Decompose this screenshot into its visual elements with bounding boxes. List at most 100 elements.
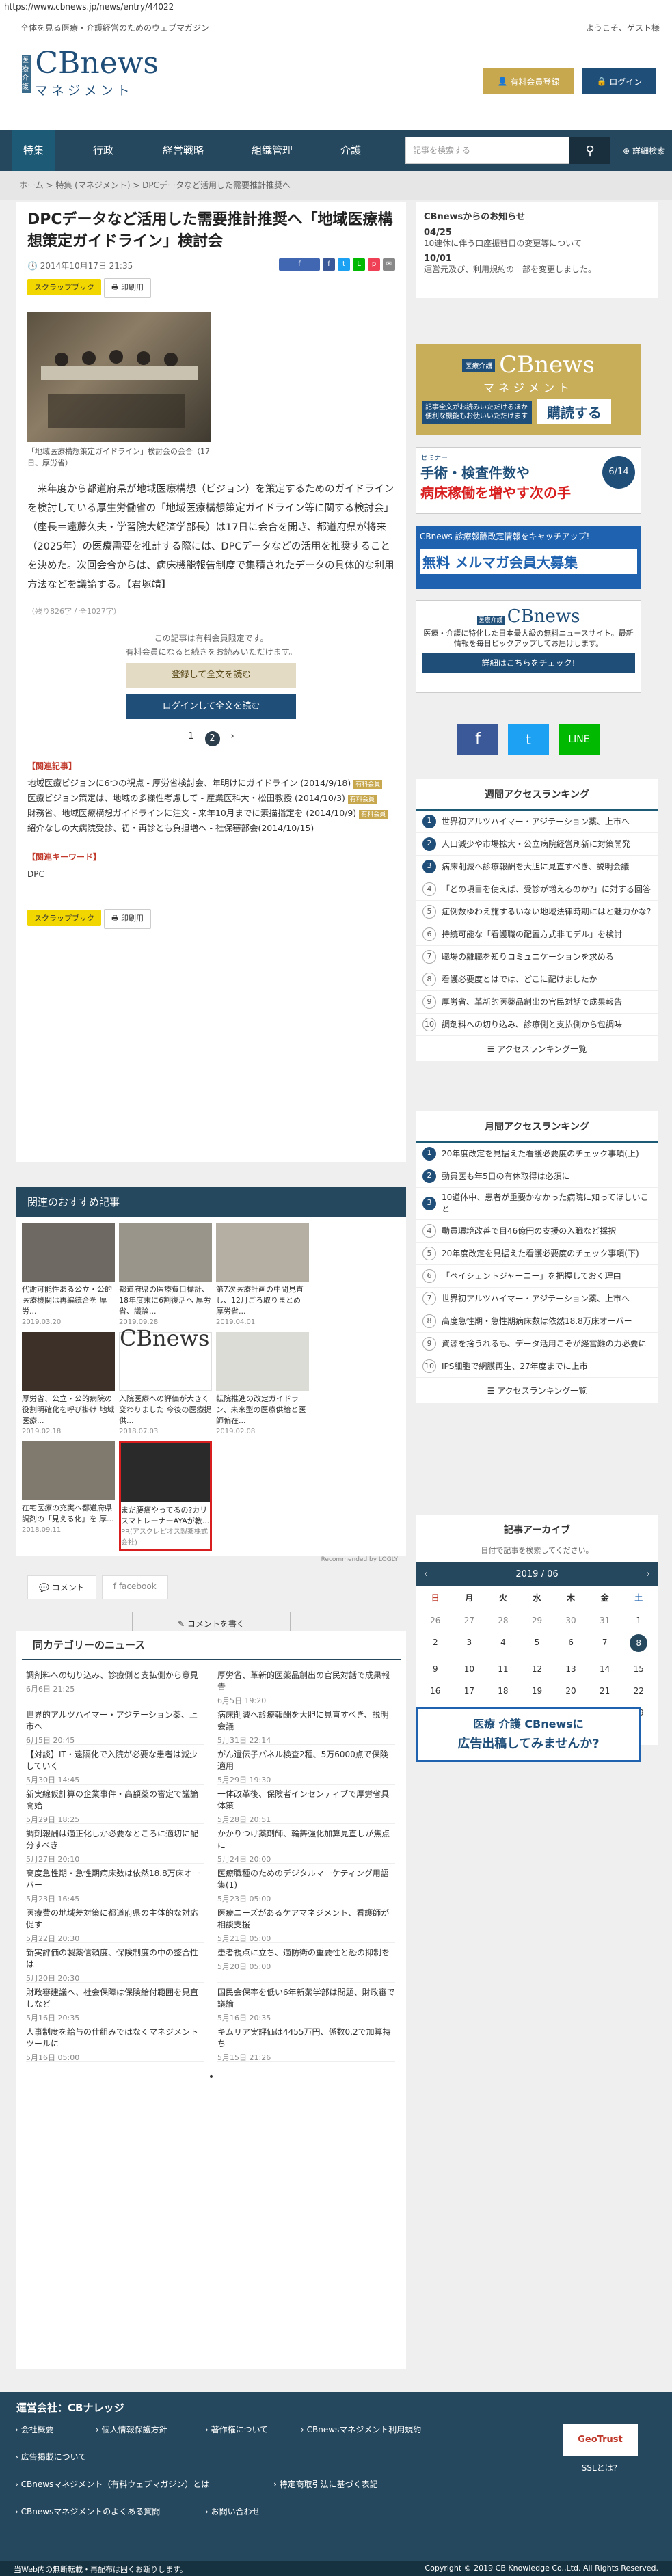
related-item[interactable]: 紹介なしの大病院受診、初・再診とも負担増へ - 社保審部会(2014/10/15… <box>16 821 406 836</box>
calendar-day[interactable]: 27 <box>453 1616 487 1625</box>
nav-item-care[interactable]: 介護 <box>330 130 372 171</box>
calendar-day[interactable]: 6 <box>554 1638 588 1652</box>
rec-card[interactable]: 在宅医療の充実へ都道府県調剤の「見える化」を 厚... 2018.09.11 <box>22 1441 115 1551</box>
facebook-icon[interactable]: f <box>457 724 498 755</box>
ranking-item[interactable]: 2 人口減少や市場拡大・公立病院経営刷新に対策開発 <box>416 833 658 856</box>
ad-detail-button[interactable]: 詳細はこちらをチェック! <box>422 653 635 673</box>
footer-link[interactable]: › 特定商取引法に基づく表記 <box>273 2478 378 2490</box>
news-item[interactable]: がん遺伝子パネル検査2種、5万6000点で保険適用 5月29日 19:30 <box>217 1745 395 1785</box>
footer-link[interactable]: › CBnewsマネジメント利用規約 <box>301 2424 421 2435</box>
calendar-day[interactable]: 10 <box>453 1664 487 1674</box>
calendar-day[interactable]: 9 <box>418 1664 453 1674</box>
ranking-item[interactable]: 7 世界初アルツハイマー・アジテーション薬、上市へ <box>416 1288 658 1310</box>
calendar-day[interactable]: 22 <box>621 1686 656 1696</box>
news-item[interactable]: 医療費の地域差対策に都道府県の主体的な対応促す 5月22日 20:30 <box>26 1903 204 1943</box>
ranking-item[interactable]: 4 動員環境改善で目46億円の支援の入職など採択 <box>416 1220 658 1243</box>
related-item[interactable]: 医療ビジョン策定は、地域の多様性考慮して - 産業医科大・松田教授 (2014/… <box>16 791 406 806</box>
footer-link[interactable]: › 広告掲載について <box>15 2451 86 2463</box>
geotrust-seal[interactable]: GeoTrust <box>563 2424 638 2456</box>
news-item[interactable]: 財政審建議へ、社会保障は保険給付範囲を見直しなど 5月16日 20:35 <box>26 1983 204 2022</box>
monthly-ranking-more[interactable]: ☰ アクセスランキング一覧 <box>416 1378 658 1403</box>
rec-card[interactable]: 代謝可能性ある公立・公的医療機関は再編統合を 厚労... 2019.03.20 <box>22 1223 115 1328</box>
ranking-item[interactable]: 2 動員医も年5日の有休取得は必須に <box>416 1165 658 1188</box>
calendar-day[interactable]: 21 <box>588 1686 622 1696</box>
ranking-item[interactable]: 4 「どの項目を使えば、受診が増えるのか?」に対する回答 <box>416 878 658 901</box>
mailmag-ad[interactable]: CBnews 診療報酬改定情報をキャッチアップ! 無料 メルマガ会員大募集 <box>416 526 641 589</box>
footer-link[interactable]: › 会社概要 <box>15 2424 54 2435</box>
calendar-day[interactable]: 28 <box>486 1616 520 1625</box>
rec-card[interactable]: CBnews 入院医療への評価が大きく変わりました 今後の医療提供... 2018.… <box>119 1327 212 1437</box>
news-pager-dot[interactable]: • <box>16 2062 406 2083</box>
related-item[interactable]: 地域医療ビジョンに6つの視点 - 厚労省検討会、年明けにガイドライン (2014… <box>16 776 406 791</box>
search-button[interactable]: ⚲ <box>569 137 610 164</box>
twitter-icon[interactable]: t <box>508 724 549 755</box>
tab-facebook[interactable]: f facebook <box>101 1575 168 1599</box>
ranking-item[interactable]: 1 世界初アルツハイマー・アジテーション薬、上市へ <box>416 811 658 833</box>
related-item[interactable]: 財務省、地域医療構想ガイドラインに注文 - 来年10月までに素描指定を (201… <box>16 806 406 821</box>
register-read-button[interactable]: 登録して全文を読む <box>126 663 296 688</box>
calendar-day[interactable]: 17 <box>453 1686 487 1696</box>
print-button[interactable]: 🖶 印刷用 <box>104 278 152 298</box>
pocket-icon[interactable]: p <box>368 258 380 271</box>
calendar-day[interactable]: 1 <box>621 1616 656 1625</box>
facebook-icon[interactable]: f <box>323 258 335 271</box>
rec-card[interactable]: 転院推進の改定ガイドラン、未来型の医療供給と医師偏在... 2019.02.08 <box>216 1332 309 1437</box>
calendar-day[interactable]: 20 <box>554 1686 588 1696</box>
advertise-ad[interactable]: 医療 介護 CBnewsに 広告出稿してみませんか? <box>416 1707 641 1762</box>
page-2[interactable]: 2 <box>204 731 220 746</box>
calendar-day[interactable]: 30 <box>554 1616 588 1625</box>
weekly-ranking-more[interactable]: ☰ アクセスランキング一覧 <box>416 1036 658 1061</box>
next-month-icon[interactable]: › <box>647 1569 650 1580</box>
footer-link[interactable]: › 著作権について <box>205 2424 268 2435</box>
calendar-day[interactable]: 11 <box>486 1664 520 1674</box>
ranking-item[interactable]: 8 看護必要度とはでは、どこに配けましたか <box>416 968 658 991</box>
subscribe-ad[interactable]: 医療介護 CBnews マネジメント 記事全文がお読みいただけるほか便利な機能も… <box>416 344 641 435</box>
ranking-item[interactable]: 10 調剤料への切り込み、診療側と支払側から包調味 <box>416 1014 658 1036</box>
notice-text[interactable]: 運営元及び、利用規約の一部を変更しました。 <box>424 264 650 275</box>
ad-subscribe-button[interactable]: 購読する <box>537 399 611 424</box>
nav-item-organization[interactable]: 組織管理 <box>241 130 304 171</box>
calendar-day[interactable]: 16 <box>418 1686 453 1696</box>
scrapbook-button-bottom[interactable]: スクラップブック <box>27 910 101 926</box>
ranking-item[interactable]: 7 職場の離職を知りコミュニケーションを求める <box>416 946 658 968</box>
mail-icon[interactable]: ✉ <box>383 258 395 271</box>
calendar-day[interactable]: 18 <box>486 1686 520 1696</box>
calendar-day[interactable]: 31 <box>588 1616 622 1625</box>
advanced-search-link[interactable]: ⊕ 詳細検索 <box>623 145 665 157</box>
rec-card[interactable]: 厚労省、公立・公的病院の役割明確化を呼び掛け 地域医療... 2019.02.18 <box>22 1332 115 1437</box>
calendar-day[interactable]: 26 <box>418 1616 453 1625</box>
footer-link[interactable]: › CBnewsマネジメントのよくある質問 <box>15 2506 160 2517</box>
news-item[interactable]: 患者視点に立ち、適防衛の重要性と恐の抑制を 5月20日 05:00 <box>217 1943 395 1983</box>
ranking-item[interactable]: 9 資源を捨うれるも、データ活用こそが経営難の力必要に <box>416 1333 658 1355</box>
login-read-button[interactable]: ログインして全文を読む <box>126 694 296 719</box>
calendar-day[interactable]: 8 <box>630 1634 648 1652</box>
next-page-icon[interactable]: › <box>231 731 234 746</box>
ssl-link[interactable]: SSLとは? <box>582 2462 617 2473</box>
rec-card[interactable]: 第7次医療計画の中間見直し、12月ごろ取りまとめ 厚労省... 2019.04.0… <box>216 1223 309 1328</box>
rec-card[interactable]: 都道府県の医療費目標計、18年度末に6割復活へ 厚労省、議論... 2019.09… <box>119 1223 212 1328</box>
news-item[interactable]: 【対談】IT・遠隔化で入院が必要な患者は減少していく 5月30日 14:45 <box>26 1745 204 1785</box>
site-logo[interactable]: 医療介護 CBnews マネジメント <box>22 41 159 107</box>
keyword-dpc[interactable]: DPC <box>16 867 406 882</box>
tab-comment[interactable]: 💬 コメント <box>27 1575 96 1599</box>
news-item[interactable]: 世界的アルツハイマー・アジテーション薬、上市へ 6月5日 20:45 <box>26 1705 204 1745</box>
ranking-item[interactable]: 1 20年度改定を見据えた看護必要度のチェック事項(上) <box>416 1143 658 1165</box>
notice-text[interactable]: 10連休に伴う口座振替日の変更等について <box>424 238 650 249</box>
ranking-item[interactable]: 8 高度急性期・急性期病床数は依然18.8万床オーバー <box>416 1310 658 1333</box>
line-icon[interactable]: LINE <box>559 724 600 755</box>
scrapbook-button[interactable]: スクラップブック <box>27 279 101 295</box>
ranking-item[interactable]: 5 20年度改定を見据えた看護必要度のチェック事項(下) <box>416 1243 658 1265</box>
news-item[interactable]: 病床削減へ診療報酬を大胆に見直すべき、説明会議 5月31日 22:14 <box>217 1705 395 1745</box>
news-item[interactable]: 国民会保率を低い6年新薬学部は問題、財政審で議論 5月16日 20:35 <box>217 1983 395 2022</box>
ranking-item[interactable]: 3 病床削減へ診療報酬を大胆に見直すべき、説明会議 <box>416 856 658 878</box>
calendar-day[interactable]: 5 <box>520 1638 554 1652</box>
facebook-like-icon[interactable]: f <box>279 258 320 271</box>
footer-link[interactable]: › CBnewsマネジメント（有料ウェブマガジン）とは <box>15 2478 209 2490</box>
calendar-day[interactable]: 29 <box>520 1616 554 1625</box>
news-item[interactable]: 調剤報酬は適正化しか必要なところに適切に配分すべき 5月27日 20:10 <box>26 1824 204 1864</box>
nav-item-feature[interactable]: 特集 <box>12 130 55 171</box>
twitter-icon[interactable]: t <box>338 258 350 271</box>
ranking-item[interactable]: 3 10道体中、患者が重要かなかった病院に知ってほしいこと <box>416 1188 658 1220</box>
footer-link[interactable]: › 個人情報保護方針 <box>96 2424 167 2435</box>
login-button[interactable]: 🔒 ログイン <box>582 68 656 94</box>
